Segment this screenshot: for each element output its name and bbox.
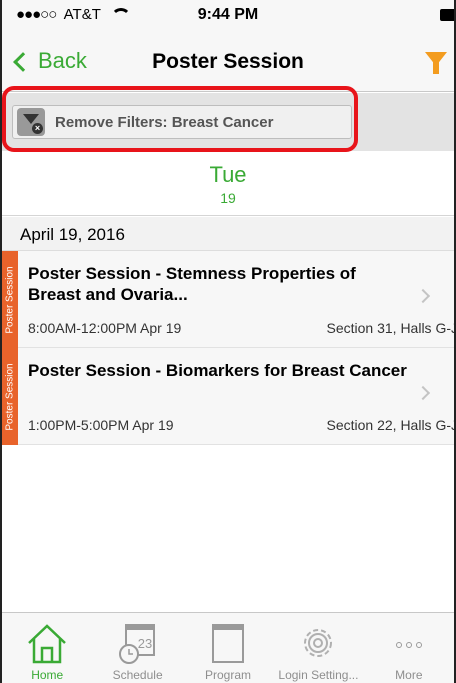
session-title: Poster Session - Biomarkers for Breast C… bbox=[28, 361, 407, 380]
session-time: 1:00PM-5:00PM Apr 19 bbox=[28, 417, 174, 433]
tab-home[interactable]: Home bbox=[2, 613, 92, 683]
status-time: 9:44 PM bbox=[197, 6, 259, 23]
tab-login-settings[interactable]: Login Setting... bbox=[273, 613, 363, 683]
tab-schedule-label: Schedule bbox=[112, 668, 163, 682]
day-name: Tue bbox=[209, 162, 247, 187]
calendar-clock-icon: 23 bbox=[118, 624, 155, 664]
tab-program-label: Program bbox=[205, 668, 252, 682]
nav-bar: Back Poster Session bbox=[2, 30, 454, 92]
category-tag: Poster Session bbox=[2, 251, 18, 348]
day-number: 19 bbox=[220, 190, 236, 206]
list-item[interactable]: Poster Session Poster Session - Stemness… bbox=[2, 251, 454, 348]
home-icon bbox=[28, 624, 67, 664]
session-list: Poster Session Poster Session - Stemness… bbox=[2, 251, 454, 445]
tab-program[interactable]: Program bbox=[183, 613, 273, 683]
session-location: Section 31, Halls G-J bbox=[326, 320, 456, 336]
tab-more[interactable]: More bbox=[364, 613, 454, 683]
tab-login-settings-label: Login Setting... bbox=[278, 668, 359, 682]
list-item[interactable]: Poster Session Poster Session - Biomarke… bbox=[2, 348, 454, 445]
section-date: April 19, 2016 bbox=[20, 225, 125, 244]
category-tag: Poster Session bbox=[2, 348, 18, 445]
battery-icon bbox=[440, 9, 454, 21]
status-bar: ●●●○○ AT&T 9:44 PM bbox=[2, 0, 454, 30]
section-header: April 19, 2016 bbox=[2, 217, 454, 251]
highlight-annotation bbox=[2, 86, 358, 152]
gear-icon bbox=[304, 629, 333, 657]
session-title: Poster Session - Stemness Properties of … bbox=[28, 264, 356, 304]
chevron-right-icon bbox=[415, 288, 431, 304]
book-icon bbox=[212, 624, 245, 663]
schedule-badge: 23 bbox=[137, 636, 151, 651]
more-dots-icon bbox=[395, 642, 422, 648]
app-frame: ●●●○○ AT&T 9:44 PM Back Poster Session ×… bbox=[0, 0, 456, 683]
session-location: Section 22, Halls G-J bbox=[326, 417, 456, 433]
page-title: Poster Session bbox=[152, 50, 304, 73]
chevron-right-icon bbox=[415, 385, 431, 401]
day-selector[interactable]: Tue 19 bbox=[2, 152, 454, 216]
session-time: 8:00AM-12:00PM Apr 19 bbox=[28, 320, 182, 336]
tab-more-label: More bbox=[395, 668, 423, 682]
tab-bar: Home 23 Schedule Program Login Setting..… bbox=[2, 612, 454, 683]
tab-schedule[interactable]: 23 Schedule bbox=[92, 613, 182, 683]
tab-home-label: Home bbox=[31, 668, 64, 682]
